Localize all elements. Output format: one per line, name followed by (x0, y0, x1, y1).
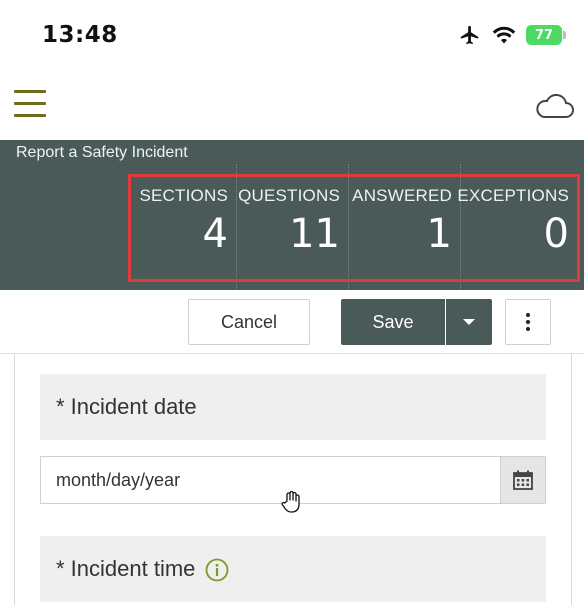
hand-cursor-icon (281, 490, 300, 513)
stat-label: QUESTIONS (238, 186, 340, 205)
form-toolbar: Cancel Save (0, 290, 584, 354)
cloud-icon[interactable] (534, 90, 574, 120)
stat-value: 1 (426, 211, 452, 257)
stat-value: 4 (202, 211, 228, 257)
stat-exceptions: EXCEPTIONS 0 (457, 177, 577, 279)
incident-time-label: * Incident time (56, 556, 196, 581)
dot (526, 313, 530, 317)
cancel-button[interactable]: Cancel (188, 299, 310, 345)
stat-answered: ANSWERED 1 (348, 177, 460, 279)
airplane-icon (460, 25, 479, 45)
incident-time-question: * Incident time (40, 536, 546, 602)
status-icons: 77 (458, 24, 566, 46)
form-stats: SECTIONS 4 QUESTIONS 11 ANSWERED 1 EXCEP… (128, 174, 580, 282)
save-options-button[interactable] (446, 299, 492, 345)
wifi-icon (492, 26, 516, 44)
info-icon[interactable] (205, 558, 229, 582)
dot (526, 320, 530, 324)
calendar-button[interactable] (500, 457, 545, 503)
stat-label: SECTIONS (139, 186, 228, 205)
stat-value: 0 (543, 211, 569, 257)
status-time: 13:48 (42, 22, 118, 48)
save-button[interactable]: Save (341, 299, 445, 345)
battery-level: 77 (534, 27, 554, 43)
more-options-button[interactable] (505, 299, 551, 345)
stat-sections: SECTIONS 4 (131, 177, 236, 279)
battery-icon: 77 (526, 25, 566, 45)
hamburger-menu-icon[interactable] (14, 88, 46, 118)
caret-down-icon (463, 319, 475, 325)
stat-questions: QUESTIONS 11 (236, 177, 348, 279)
incident-date-input[interactable] (41, 457, 500, 503)
form-title: Report a Safety Incident (16, 144, 188, 161)
dot (526, 327, 530, 331)
incident-time-label-row: * Incident time (56, 556, 229, 582)
status-bar: 13:48 77 (0, 0, 584, 72)
stat-label: ANSWERED (352, 186, 452, 205)
app-header (0, 72, 584, 140)
stat-label: EXCEPTIONS (457, 186, 569, 205)
stat-value: 11 (289, 211, 340, 257)
calendar-icon (513, 470, 533, 490)
incident-date-label: * Incident date (56, 394, 197, 419)
incident-date-question: * Incident date (40, 374, 546, 440)
form-body: * Incident date * Incident time (14, 354, 572, 605)
